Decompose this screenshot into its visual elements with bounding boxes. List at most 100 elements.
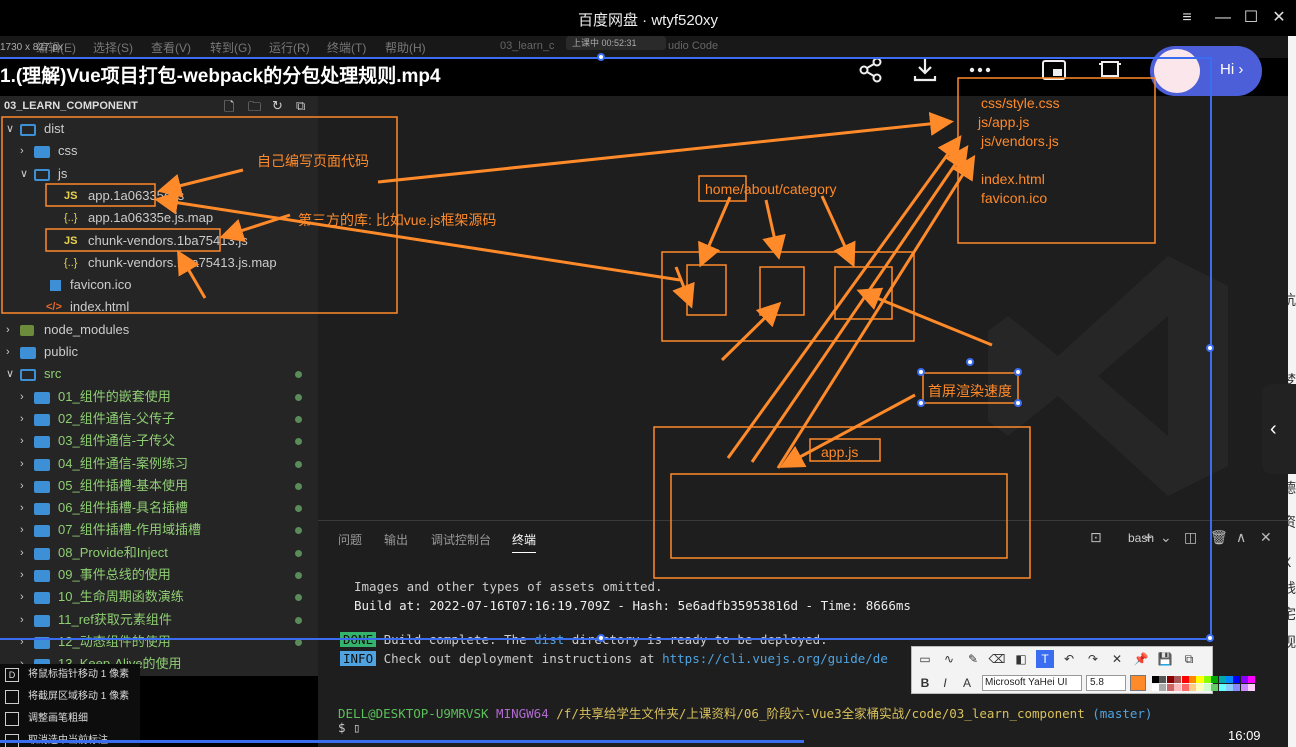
new-folder-icon[interactable]: 🗀 xyxy=(248,98,266,114)
tree-item[interactable]: {..} app.1a06335e.js.map xyxy=(0,207,318,229)
chevron-right-icon[interactable]: › xyxy=(20,564,32,586)
tree-item[interactable]: › 05_组件插槽-基本使用 xyxy=(0,475,318,497)
chevron-right-icon[interactable]: › xyxy=(20,609,32,631)
draw-tool-button[interactable]: ⌫ xyxy=(988,650,1006,668)
capture-handle[interactable] xyxy=(597,53,605,61)
download-icon[interactable] xyxy=(911,56,939,84)
tab-output[interactable]: 输出 xyxy=(384,531,408,548)
capture-handle[interactable] xyxy=(1206,634,1214,642)
color-swatch[interactable] xyxy=(1166,684,1174,691)
playback-progress[interactable] xyxy=(0,740,804,743)
color-swatch[interactable] xyxy=(1166,676,1174,683)
bold-button[interactable]: B xyxy=(916,674,934,692)
color-swatch[interactable] xyxy=(1240,684,1248,691)
color-swatch[interactable] xyxy=(1181,684,1189,691)
annotation-rotate-handle[interactable] xyxy=(966,358,974,366)
color-swatch[interactable] xyxy=(1218,684,1226,691)
chevron-right-icon[interactable]: › xyxy=(20,586,32,608)
maximize-panel-icon[interactable]: ∧ xyxy=(1236,529,1246,546)
collapse-panel-button[interactable]: ‹ xyxy=(1262,384,1296,474)
color-swatch[interactable] xyxy=(1240,676,1248,683)
tab-problems[interactable]: 问题 xyxy=(338,531,362,548)
tree-item[interactable]: JS app.1a06335e.js xyxy=(0,185,318,207)
chevron-right-icon[interactable]: › xyxy=(20,140,32,162)
tab-debug-console[interactable]: 调试控制台 xyxy=(431,531,491,548)
menu-run[interactable]: 运行(R) xyxy=(269,39,310,56)
tree-item[interactable]: › 01_组件的嵌套使用 xyxy=(0,386,318,408)
chevron-down-icon[interactable]: ⌄ xyxy=(1160,529,1172,546)
chevron-right-icon[interactable]: › xyxy=(20,475,32,497)
tree-item[interactable]: › public xyxy=(0,341,318,363)
terminal-link[interactable]: https://cli.vuejs.org/guide/de xyxy=(662,651,888,666)
pin-window-icon[interactable] xyxy=(1096,56,1124,84)
share-icon[interactable] xyxy=(857,56,885,84)
menu-view[interactable]: 查看(V) xyxy=(151,39,191,56)
tree-item[interactable]: › 06_组件插槽-具名插槽 xyxy=(0,497,318,519)
color-swatch[interactable] xyxy=(1211,684,1219,691)
tree-item[interactable]: {..} chunk-vendors.1ba75413.js.map xyxy=(0,252,318,274)
draw-tool-button[interactable]: ↷ xyxy=(1084,650,1102,668)
draw-tool-button[interactable]: ∿ xyxy=(940,650,958,668)
draw-tool-button[interactable]: ◧ xyxy=(1012,650,1030,668)
annotation-handle[interactable] xyxy=(1014,368,1022,376)
chevron-down-icon[interactable]: ∨ xyxy=(20,163,32,185)
color-swatch[interactable] xyxy=(1233,676,1241,683)
file-tab[interactable]: 03_learn_c xyxy=(500,40,554,52)
more-icon[interactable] xyxy=(966,56,994,84)
chevron-right-icon[interactable]: › xyxy=(20,408,32,430)
annotation-handle[interactable] xyxy=(917,368,925,376)
menu-terminal[interactable]: 终端(T) xyxy=(327,39,366,56)
italic-button[interactable]: I xyxy=(936,674,954,692)
refresh-icon[interactable]: ↻ xyxy=(272,98,290,114)
close-panel-icon[interactable]: ✕ xyxy=(1260,529,1272,546)
menu-help[interactable]: 帮助(H) xyxy=(385,39,426,56)
draw-tool-button[interactable]: ↶ xyxy=(1060,650,1078,668)
chevron-right-icon[interactable]: › xyxy=(20,542,32,564)
color-swatch[interactable] xyxy=(1248,676,1256,683)
chevron-right-icon[interactable]: › xyxy=(20,386,32,408)
color-swatch[interactable] xyxy=(1189,676,1196,683)
tree-item[interactable]: › 12_动态组件的使用 xyxy=(0,631,318,653)
close-icon[interactable]: ✕ xyxy=(1264,6,1294,30)
tree-item[interactable]: › 07_组件插槽-作用域插槽 xyxy=(0,519,318,541)
color-swatch[interactable] xyxy=(1159,684,1167,691)
draw-tool-button[interactable]: ⧉ xyxy=(1180,650,1198,668)
color-swatch[interactable] xyxy=(1174,676,1182,683)
color-swatch[interactable] xyxy=(1196,684,1204,691)
color-swatch[interactable] xyxy=(1218,676,1226,683)
draw-tool-button[interactable]: 📌 xyxy=(1132,650,1150,668)
font-size-select[interactable]: 5.8 xyxy=(1086,675,1126,691)
current-color-swatch[interactable] xyxy=(1130,675,1146,691)
color-swatch[interactable] xyxy=(1211,676,1219,683)
tree-item[interactable]: › 02_组件通信-父传子 xyxy=(0,408,318,430)
tree-item[interactable]: JS chunk-vendors.1ba75413.js xyxy=(0,230,318,252)
draw-tool-button[interactable]: 💾 xyxy=(1156,650,1174,668)
draw-tool-button[interactable]: ▭ xyxy=(916,650,934,668)
annotation-handle[interactable] xyxy=(1014,399,1022,407)
tree-item[interactable]: › 08_Provide和Inject xyxy=(0,542,318,564)
tree-item[interactable]: ∨ dist xyxy=(0,118,318,140)
tree-item[interactable]: ∨ src xyxy=(0,363,318,385)
chevron-down-icon[interactable]: ∨ xyxy=(6,118,18,140)
chevron-right-icon[interactable]: › xyxy=(6,319,18,341)
tree-item[interactable]: › 09_事件总线的使用 xyxy=(0,564,318,586)
color-swatch[interactable] xyxy=(1226,676,1233,683)
font-select[interactable]: Microsoft YaHei UI xyxy=(982,675,1082,691)
font-style-button[interactable]: A xyxy=(958,674,976,692)
tree-item[interactable]: › 10_生命周期函数演练 xyxy=(0,586,318,608)
capture-handle[interactable] xyxy=(1206,344,1214,352)
menu-select[interactable]: 选择(S) xyxy=(93,39,133,56)
color-swatch[interactable] xyxy=(1189,684,1196,691)
color-swatch[interactable] xyxy=(1174,684,1182,691)
tree-item[interactable]: › node_modules xyxy=(0,319,318,341)
tree-item[interactable]: favicon.ico xyxy=(0,274,318,296)
terminal-input[interactable]: $ ▯ xyxy=(338,720,361,735)
tree-item[interactable]: › 03_组件通信-子传父 xyxy=(0,430,318,452)
split-terminal-icon[interactable]: ◫ xyxy=(1184,529,1197,546)
color-swatch[interactable] xyxy=(1152,676,1159,683)
tree-item[interactable]: › 04_组件通信-案例练习 xyxy=(0,453,318,475)
chevron-right-icon[interactable]: › xyxy=(20,519,32,541)
color-swatch[interactable] xyxy=(1159,676,1167,683)
draw-tool-button[interactable]: ✎ xyxy=(964,650,982,668)
draw-tool-button[interactable]: T xyxy=(1036,650,1054,668)
